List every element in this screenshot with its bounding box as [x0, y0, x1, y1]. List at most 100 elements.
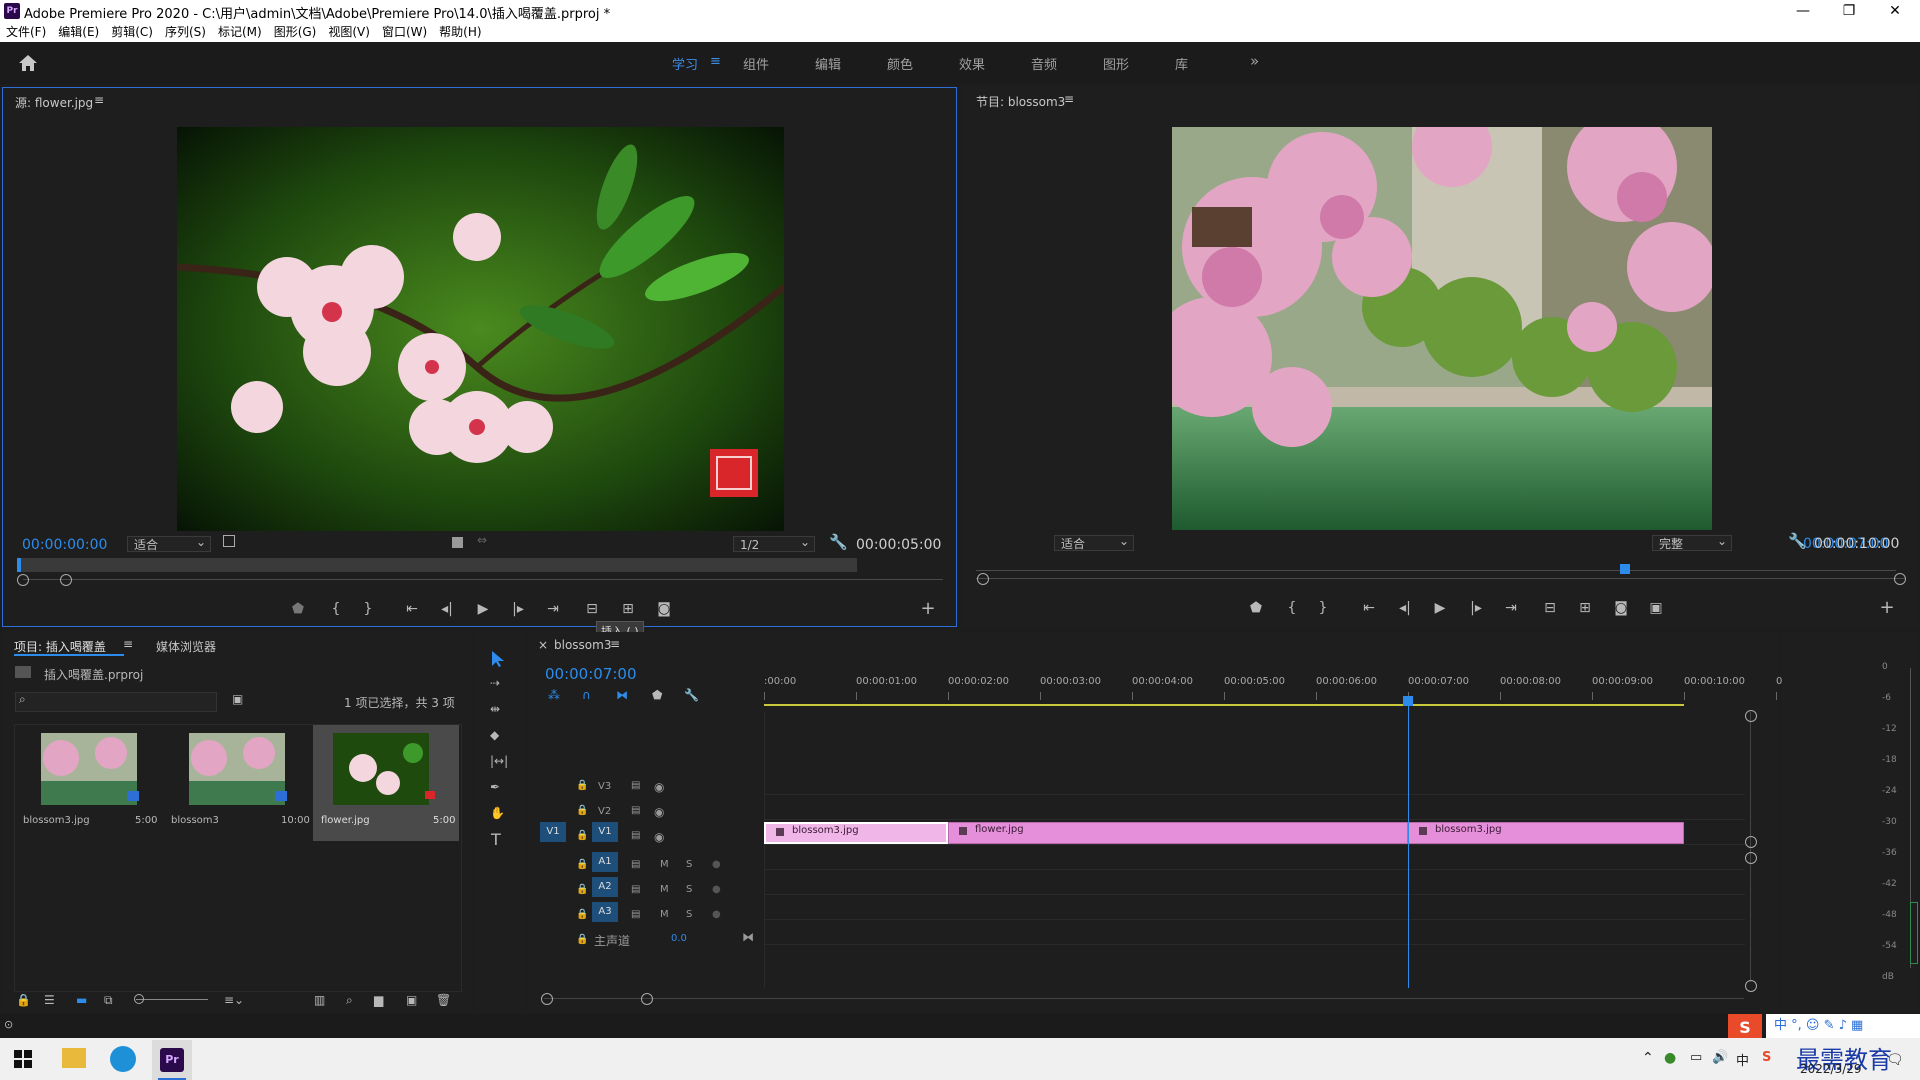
timeline-playhead[interactable]: [1408, 698, 1409, 988]
network-icon[interactable]: ▭: [1690, 1050, 1702, 1065]
timeline-clip[interactable]: blossom3.jpg: [764, 822, 948, 844]
track-v2-label[interactable]: V2: [598, 806, 611, 817]
menu-view[interactable]: 视图(V): [322, 22, 376, 42]
program-add-button-icon[interactable]: +: [1876, 599, 1898, 617]
timeline-tab[interactable]: blossom3: [554, 638, 611, 652]
close-button[interactable]: ✕: [1872, 0, 1918, 22]
close-sequence-icon[interactable]: ×: [538, 638, 548, 652]
program-add-marker-icon[interactable]: ⬟: [1245, 599, 1267, 617]
program-zoom-handle-right[interactable]: [1894, 573, 1906, 585]
notification-icon[interactable]: 🗨: [1886, 1052, 1904, 1068]
program-fit-select[interactable]: 适合: [1054, 533, 1134, 551]
source-zoom-handle-right[interactable]: [60, 574, 72, 586]
track-v3-label[interactable]: V3: [598, 781, 611, 792]
program-quality-select[interactable]: 完整: [1652, 533, 1732, 551]
track-select-tool-icon[interactable]: ⇢: [490, 676, 500, 690]
eye-icon[interactable]: ◉: [654, 780, 664, 794]
add-marker-timeline-icon[interactable]: ⬟: [652, 688, 662, 702]
workspace-color[interactable]: 颜色: [887, 54, 913, 73]
list-item-selected[interactable]: flower.jpg 5:00: [313, 725, 459, 841]
program-step-forward-icon[interactable]: |▸: [1465, 599, 1487, 617]
file-explorer-icon[interactable]: [62, 1048, 86, 1068]
source-fit-select[interactable]: 适合: [127, 534, 211, 552]
project-panel-menu-icon[interactable]: ≡: [123, 637, 133, 651]
toggle-sync-icon[interactable]: ▤: [631, 805, 640, 816]
new-bin-icon[interactable]: ▆: [374, 993, 383, 1007]
overwrite-icon[interactable]: ⊞: [617, 600, 639, 618]
toggle-sync-icon[interactable]: ▤: [631, 859, 640, 870]
play-icon[interactable]: ▶: [472, 600, 494, 618]
freeform-view-icon[interactable]: ⧉: [104, 993, 113, 1008]
menu-marker[interactable]: 标记(M): [212, 22, 268, 42]
tray-app-icon[interactable]: ●: [1664, 1050, 1676, 1066]
track-lanes[interactable]: [764, 712, 1745, 988]
vscroll-handle-mid[interactable]: [1745, 836, 1757, 848]
timeline-panel-menu-icon[interactable]: ≡: [610, 637, 620, 651]
snap-icon[interactable]: ∩: [582, 688, 591, 702]
workspace-audio[interactable]: 音频: [1031, 54, 1057, 73]
menu-file[interactable]: 文件(F): [0, 22, 52, 42]
volume-icon[interactable]: 🔊: [1712, 1050, 1728, 1065]
sogou-tray-icon[interactable]: S: [1762, 1050, 1771, 1065]
vscroll-handle-bottom[interactable]: [1745, 980, 1757, 992]
linked-selection-icon[interactable]: ⧓: [616, 688, 628, 702]
selection-tool-icon[interactable]: [490, 650, 506, 668]
program-mark-in-icon[interactable]: {: [1281, 599, 1303, 617]
solo-button[interactable]: S: [686, 884, 692, 895]
ripple-edit-tool-icon[interactable]: ⇹: [490, 702, 500, 716]
source-scrub-bar[interactable]: [17, 558, 857, 572]
new-item-icon[interactable]: ▣: [406, 993, 417, 1007]
track-a1-label[interactable]: A1: [592, 852, 618, 872]
slip-tool-icon[interactable]: |↔|: [490, 754, 508, 768]
go-to-in-icon[interactable]: ⇤: [401, 600, 423, 618]
windows-start-icon[interactable]: [14, 1050, 32, 1068]
source-playhead[interactable]: [17, 558, 21, 572]
lift-icon[interactable]: ⊟: [1539, 599, 1561, 617]
zoom-slider[interactable]: [136, 999, 208, 1000]
automate-to-sequence-icon[interactable]: ▥: [314, 993, 325, 1007]
mark-in-icon[interactable]: {: [325, 600, 347, 618]
program-zoom-handle-left[interactable]: [977, 573, 989, 585]
tray-chevron-icon[interactable]: ⌃: [1642, 1050, 1654, 1066]
workspace-editing[interactable]: 编辑: [815, 54, 841, 73]
eye-icon[interactable]: ◉: [654, 805, 664, 819]
sort-icon[interactable]: ≡⌄: [224, 993, 244, 1007]
type-tool-icon[interactable]: T: [491, 830, 501, 849]
nest-icon[interactable]: ⁂: [548, 688, 560, 702]
wrench-icon[interactable]: 🔧: [829, 533, 848, 551]
solo-button[interactable]: S: [686, 859, 692, 870]
more-workspaces-button[interactable]: »: [1250, 52, 1259, 70]
hscroll-handle-right[interactable]: [641, 993, 653, 1005]
taskbar-premiere-active[interactable]: Pr: [152, 1040, 192, 1080]
lock-icon[interactable]: 🔒: [576, 859, 588, 870]
workspace-learn[interactable]: 学习: [672, 54, 698, 73]
track-a3-label[interactable]: A3: [592, 902, 618, 922]
list-item[interactable]: blossom3 10:00: [163, 725, 310, 841]
source-timecode[interactable]: 00:00:00:00: [22, 537, 107, 553]
export-frame-icon[interactable]: ◙: [653, 600, 675, 618]
voiceover-icon[interactable]: ●: [712, 909, 721, 920]
program-panel-menu-icon[interactable]: ≡: [1064, 92, 1074, 106]
hand-tool-icon[interactable]: ✋: [490, 806, 505, 820]
project-search-input[interactable]: [15, 692, 217, 712]
timeline-clip[interactable]: blossom3.jpg: [1408, 822, 1684, 844]
insert-icon[interactable]: ⊟: [581, 600, 603, 618]
toggle-sync-icon[interactable]: ▤: [631, 780, 640, 791]
source-resolution-select[interactable]: 1/2: [733, 534, 815, 552]
drag-video-icon[interactable]: ⇔: [477, 533, 487, 547]
mark-out-icon[interactable]: }: [357, 600, 379, 618]
source-zoom-handle-left[interactable]: [17, 574, 29, 586]
workspace-libraries[interactable]: 库: [1175, 54, 1188, 73]
source-patch-v1[interactable]: V1: [540, 822, 566, 842]
timeline-timecode[interactable]: 00:00:07:00: [545, 665, 637, 683]
step-back-icon[interactable]: ◂|: [436, 600, 458, 618]
add-marker-icon[interactable]: ⬟: [287, 600, 309, 618]
restore-button[interactable]: ❐: [1826, 0, 1872, 22]
program-go-to-out-icon[interactable]: ⇥: [1500, 599, 1522, 617]
zoom-slider-handle[interactable]: [134, 994, 144, 1004]
lock-icon[interactable]: 🔒: [576, 909, 588, 920]
timeline-clip[interactable]: flower.jpg: [948, 822, 1408, 844]
vscroll-handle-lower[interactable]: [1745, 852, 1757, 864]
eye-icon[interactable]: ◉: [654, 830, 664, 844]
list-view-icon[interactable]: ☰: [44, 993, 55, 1007]
